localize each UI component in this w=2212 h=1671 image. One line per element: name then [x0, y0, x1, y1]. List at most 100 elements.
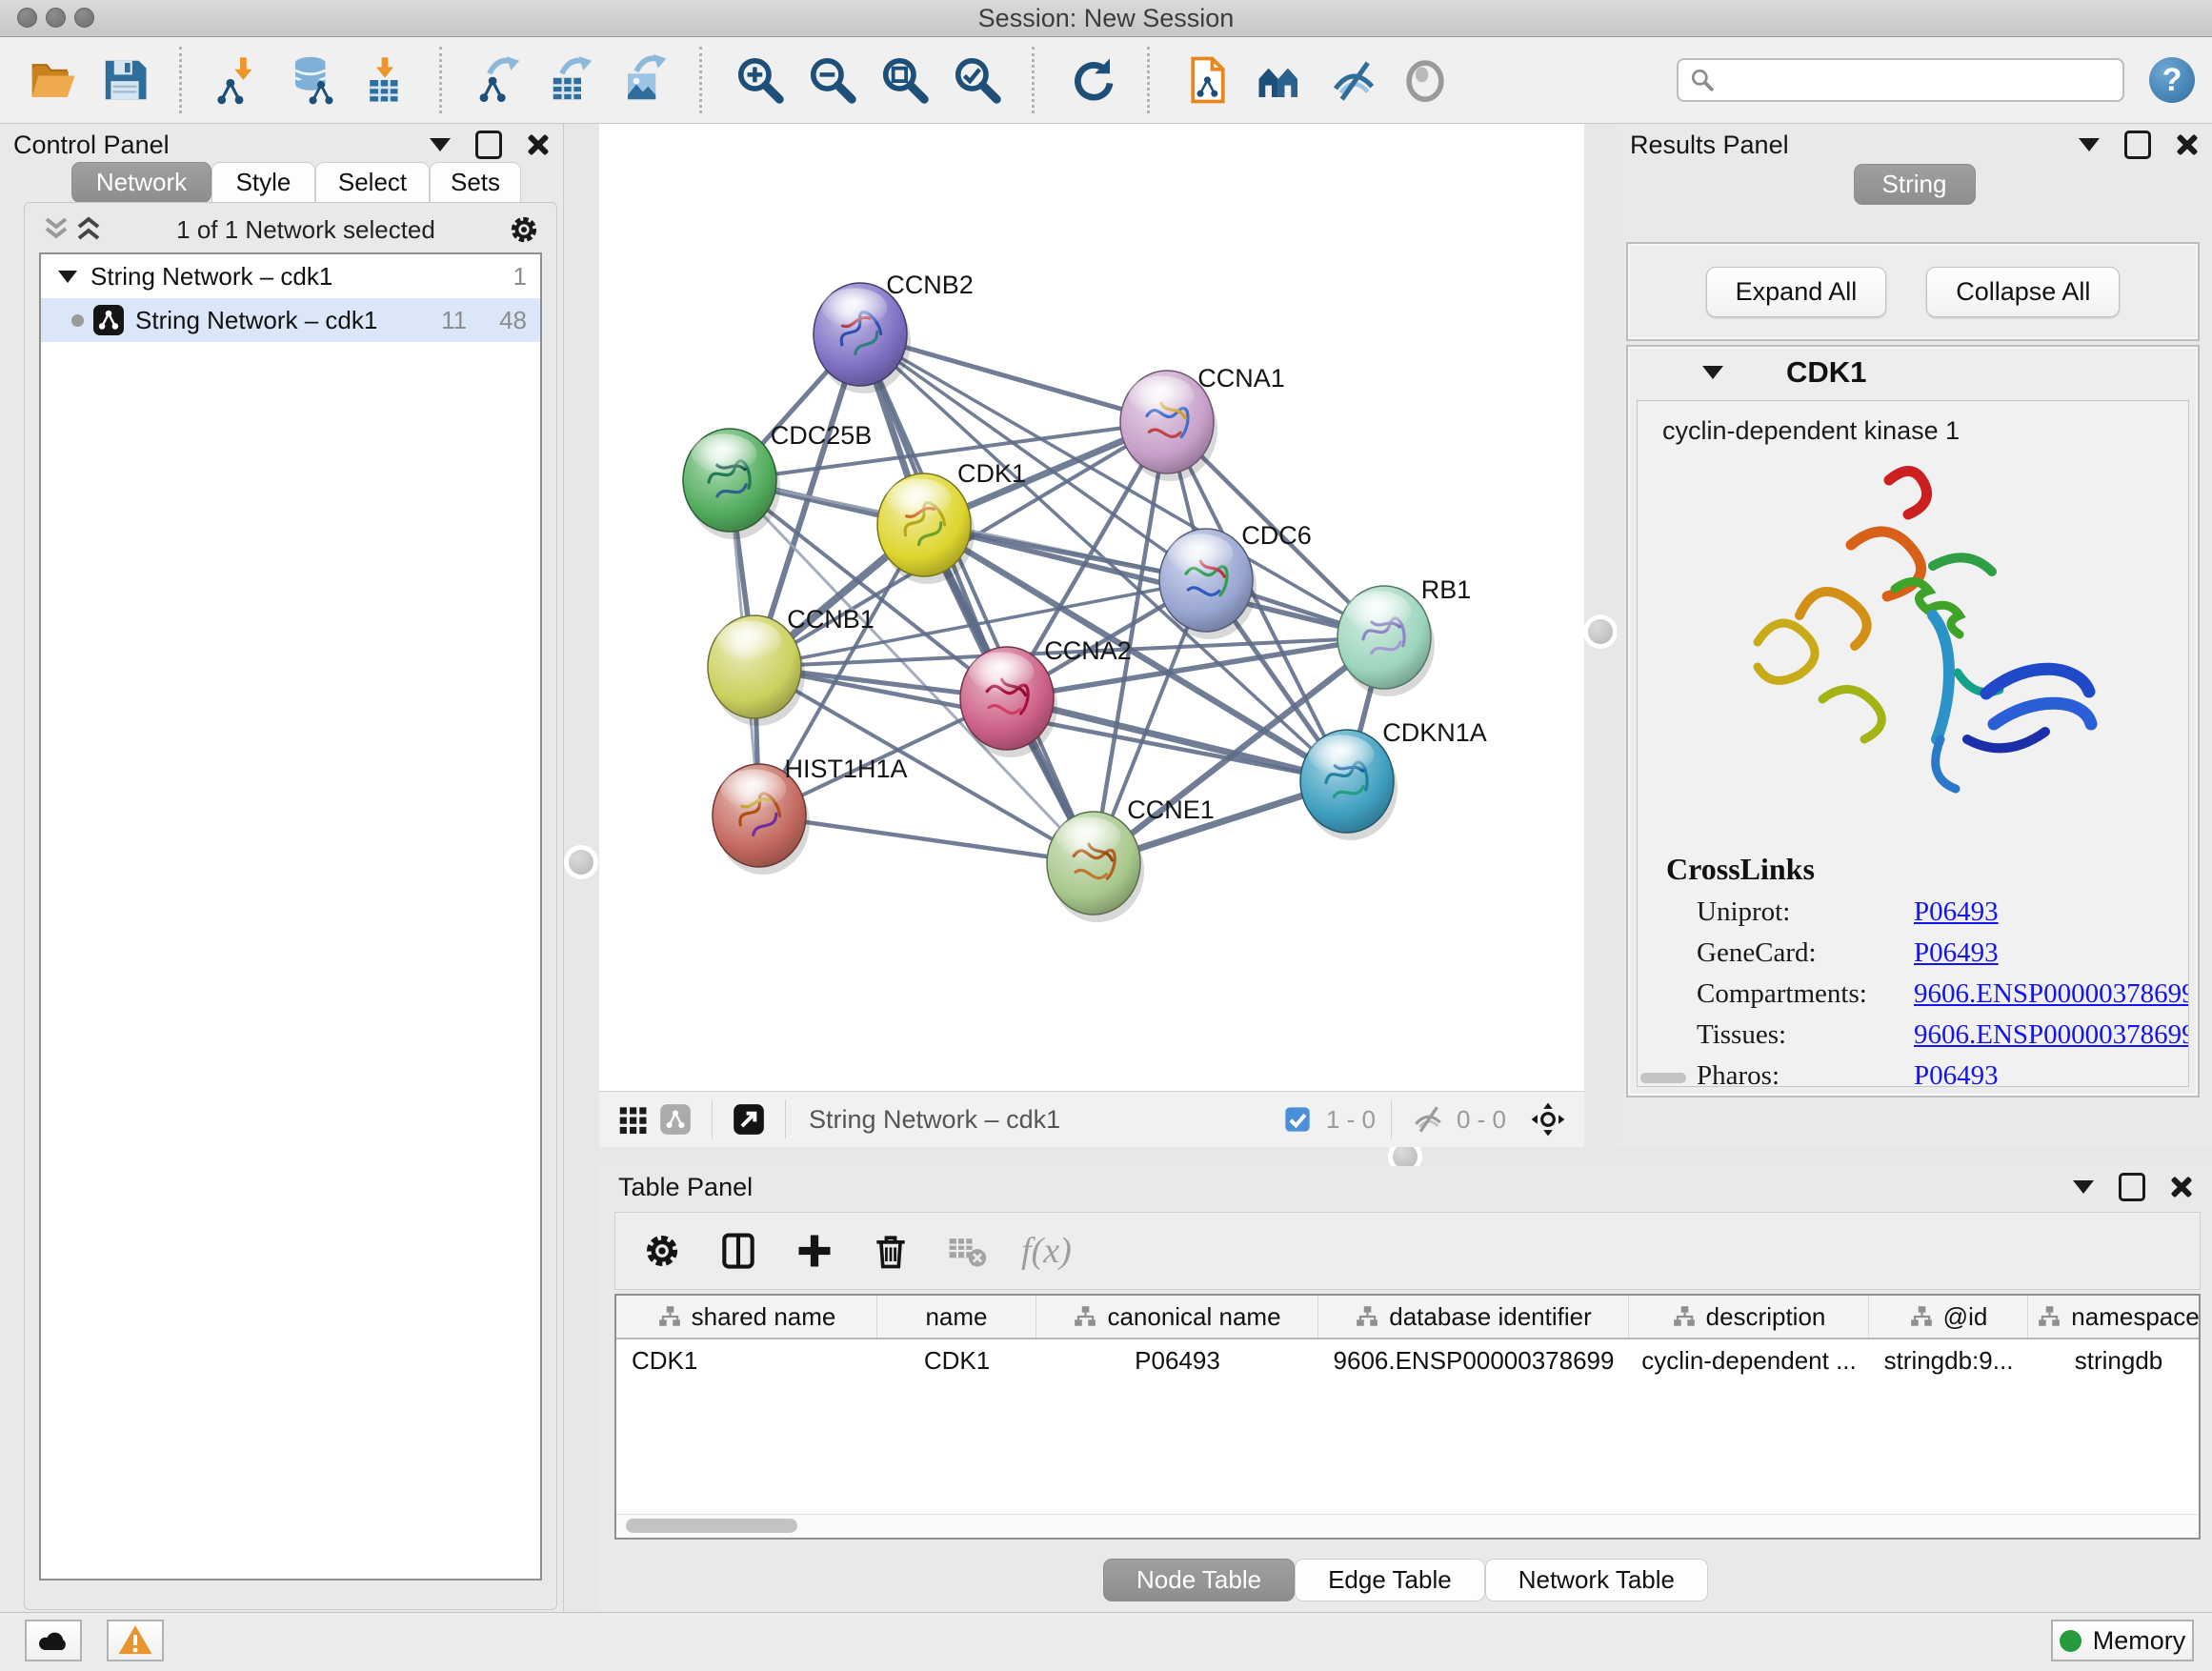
expand-all-button[interactable]: Expand All: [1706, 267, 1887, 317]
network-options-gear-icon[interactable]: [507, 212, 541, 247]
tab-select[interactable]: Select: [315, 162, 430, 203]
splitter-left[interactable]: [564, 124, 599, 1612]
apply-layout-button[interactable]: [1065, 50, 1120, 110]
table-cell[interactable]: CDK1: [877, 1339, 1036, 1381]
results-panel-close-icon[interactable]: [2176, 133, 2199, 156]
hide-selected-button[interactable]: [1325, 50, 1380, 110]
window-close-button[interactable]: [17, 8, 37, 28]
protein-section-header[interactable]: CDK1: [1628, 347, 2198, 398]
expand-all-networks-icon[interactable]: [40, 215, 72, 244]
collapse-all-networks-icon[interactable]: [72, 215, 105, 244]
network-view-icon[interactable]: [654, 1098, 696, 1140]
import-table-from-file-button[interactable]: [357, 50, 412, 110]
network-collection-row[interactable]: String Network – cdk1 1: [41, 254, 540, 298]
table-panel-close-icon[interactable]: [2170, 1176, 2193, 1198]
collection-expand-icon[interactable]: [58, 271, 77, 283]
zoom-selected-button[interactable]: [950, 50, 1005, 110]
detach-view-icon[interactable]: [728, 1098, 770, 1140]
network-canvas[interactable]: CCNB2CCNA1CDC25BCDK1CDC6RB1CCNB1CCNA2CDK…: [599, 124, 1584, 1091]
zoom-fit-button[interactable]: [877, 50, 933, 110]
network-node-RB1[interactable]: [1337, 586, 1435, 696]
splitter-left-handle[interactable]: [569, 850, 593, 875]
scrollbar-thumb[interactable]: [626, 1519, 797, 1533]
network-node-CCNA2[interactable]: [960, 647, 1057, 757]
import-network-from-file-button[interactable]: [212, 50, 268, 110]
warnings-button[interactable]: [107, 1620, 164, 1661]
tab-network-table[interactable]: Network Table: [1485, 1559, 1708, 1601]
table-cell[interactable]: CDK1: [616, 1339, 877, 1381]
table-cell[interactable]: 9606.ENSP00000378699: [1318, 1339, 1629, 1381]
crosslink-link[interactable]: 9606.ENSP00000378699: [1914, 978, 2189, 1010]
column-header-shared-name[interactable]: shared name: [616, 1296, 877, 1338]
zoom-in-button[interactable]: [733, 50, 788, 110]
network-node-CDK1[interactable]: [877, 473, 975, 584]
collapse-all-button[interactable]: Collapse All: [1926, 267, 2120, 317]
export-table-button[interactable]: [545, 50, 600, 110]
window-zoom-button[interactable]: [74, 8, 94, 28]
import-network-from-database-button[interactable]: [285, 50, 340, 110]
results-panel-float-icon[interactable]: [2124, 131, 2151, 159]
network-node-CCNB2[interactable]: [814, 283, 911, 393]
network-row[interactable]: String Network – cdk1 11 48: [41, 298, 540, 342]
grid-view-icon[interactable]: [613, 1098, 654, 1140]
table-panel-float-icon[interactable]: [2119, 1173, 2145, 1201]
table-horizontal-scrollbar[interactable]: [616, 1514, 2199, 1538]
cloud-status-button[interactable]: [25, 1620, 82, 1661]
zoom-out-button[interactable]: [805, 50, 860, 110]
column-header-canonical-name[interactable]: canonical name: [1036, 1296, 1318, 1338]
network-node-CCNE1[interactable]: [1047, 812, 1144, 922]
export-network-button[interactable]: [473, 50, 528, 110]
new-network-from-selection-button[interactable]: [1180, 50, 1236, 110]
crosslink-link[interactable]: P06493: [1914, 937, 1999, 969]
crosslink-link[interactable]: P06493: [1914, 1060, 1999, 1087]
protein-collapse-icon[interactable]: [1702, 366, 1723, 379]
table-cell[interactable]: stringdb: [2028, 1339, 2201, 1381]
table-cell[interactable]: cyclin-dependent ...: [1629, 1339, 1869, 1381]
birdseye-navigator-icon[interactable]: [1527, 1098, 1569, 1140]
table-panel-collapse-icon[interactable]: [2073, 1180, 2094, 1194]
column-header-description[interactable]: description: [1629, 1296, 1869, 1338]
save-session-button[interactable]: [97, 50, 152, 110]
show-columns-icon[interactable]: [716, 1229, 760, 1273]
results-panel-collapse-icon[interactable]: [2079, 138, 2100, 151]
show-all-button[interactable]: [1398, 50, 1453, 110]
tab-node-table[interactable]: Node Table: [1103, 1559, 1295, 1601]
tab-string[interactable]: String: [1854, 164, 1976, 205]
splitter-horizontal[interactable]: [599, 1147, 2212, 1166]
open-session-button[interactable]: [25, 50, 80, 110]
memory-button[interactable]: Memory: [2051, 1620, 2194, 1661]
toolbar-search-field[interactable]: [1677, 58, 2124, 102]
splitter-right-handle[interactable]: [1588, 619, 1613, 644]
help-button[interactable]: ?: [2149, 57, 2195, 103]
create-column-plus-icon[interactable]: [793, 1229, 836, 1273]
table-cell[interactable]: stringdb:9...: [1869, 1339, 2028, 1381]
first-neighbors-button[interactable]: [1253, 50, 1308, 110]
column-header-database-identifier[interactable]: database identifier: [1318, 1296, 1629, 1338]
network-edge-CCNB2-CCNE1[interactable]: [860, 334, 1094, 863]
tab-network[interactable]: Network: [71, 162, 211, 203]
table-options-gear-icon[interactable]: [640, 1229, 684, 1273]
crosslink-link[interactable]: 9606.ENSP00000378699: [1914, 1019, 2189, 1051]
tab-edge-table[interactable]: Edge Table: [1295, 1559, 1485, 1601]
search-input[interactable]: [1724, 65, 2111, 96]
crosslinks-scrollbar[interactable]: [1640, 1073, 1686, 1083]
splitter-right[interactable]: [1584, 124, 1617, 1147]
column-header-name[interactable]: name: [877, 1296, 1036, 1338]
crosslink-link[interactable]: P06493: [1914, 896, 1999, 928]
delete-column-trash-icon[interactable]: [869, 1229, 913, 1273]
column-header--id[interactable]: @id: [1869, 1296, 2028, 1338]
window-minimize-button[interactable]: [46, 8, 66, 28]
table-cell[interactable]: P06493: [1036, 1339, 1318, 1381]
tab-style[interactable]: Style: [211, 162, 315, 203]
tab-sets[interactable]: Sets: [430, 162, 521, 203]
column-header-label: canonical name: [1107, 1302, 1280, 1332]
table-row[interactable]: CDK1CDK1P064939606.ENSP00000378699cyclin…: [616, 1339, 2199, 1381]
export-image-button[interactable]: [617, 50, 673, 110]
column-header-namespace[interactable]: namespace: [2028, 1296, 2201, 1338]
control-panel-close-icon[interactable]: [527, 133, 550, 156]
selected-checkbox-icon[interactable]: [1277, 1098, 1318, 1140]
control-panel-collapse-icon[interactable]: [430, 138, 451, 151]
hidden-eye-icon[interactable]: [1407, 1098, 1449, 1140]
network-node-CDC25B[interactable]: [683, 429, 780, 539]
control-panel-float-icon[interactable]: [475, 131, 502, 159]
